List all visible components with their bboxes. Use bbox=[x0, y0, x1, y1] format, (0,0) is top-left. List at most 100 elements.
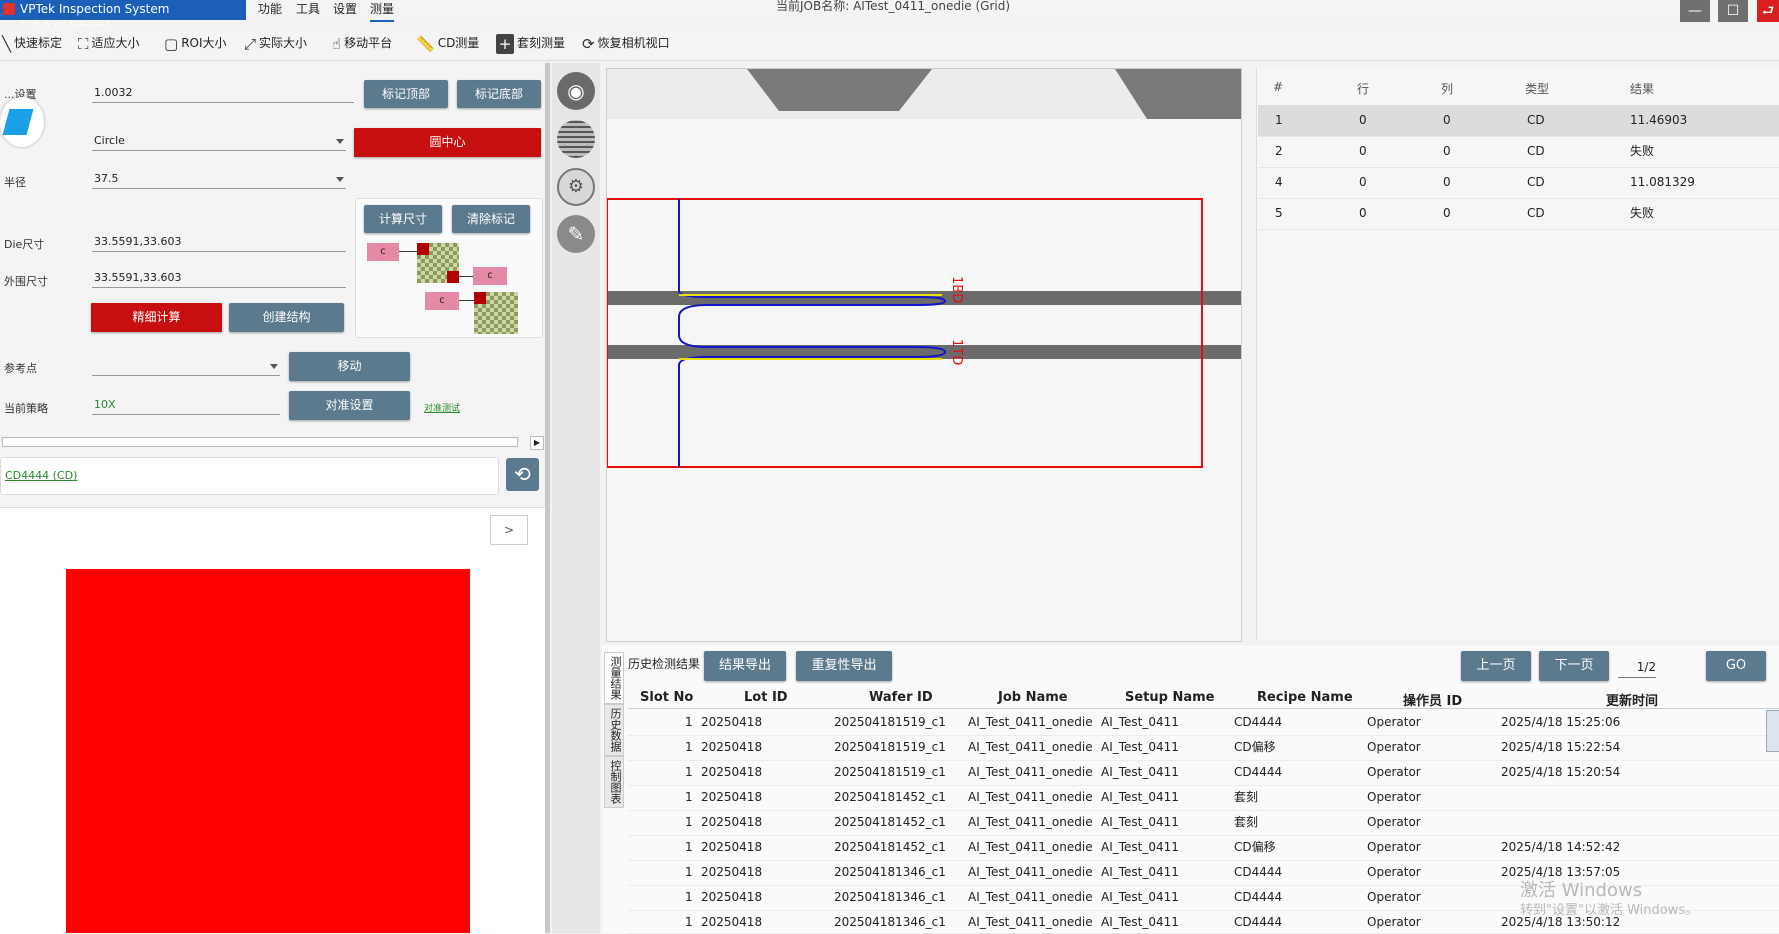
table-row[interactable]: 1 20250418 202504181519_c1 AI_Test_0411_… bbox=[628, 760, 1779, 786]
results-col-result: 结果 bbox=[1630, 82, 1655, 96]
col-job-name: Job Name bbox=[998, 690, 1068, 705]
sync-icon[interactable]: ⟲ bbox=[506, 458, 539, 491]
grid-icon[interactable] bbox=[557, 120, 595, 158]
activation-watermark-text: 转到"设置"以激活 Windows。 bbox=[1520, 903, 1699, 918]
repeatability-export-button[interactable]: 重复性导出 bbox=[796, 651, 892, 681]
results-col-index: # bbox=[1273, 80, 1284, 94]
struct-connector bbox=[399, 251, 417, 252]
app-title: VPTek Inspection System 1.0.0.0[Admin] bbox=[0, 0, 246, 34]
die-size-label: Die尺寸 bbox=[4, 238, 45, 251]
table-row[interactable]: 1 20250418 202504181519_c1 AI_Test_0411_… bbox=[628, 710, 1779, 736]
prev-page-button[interactable]: 上一页 bbox=[1461, 651, 1531, 681]
tool-avatar bbox=[0, 97, 44, 147]
create-structure-button[interactable]: 创建结构 bbox=[229, 303, 344, 332]
table-row[interactable]: 5 0 0 CD 失败 bbox=[1258, 198, 1779, 230]
history-title: 历史检测结果 bbox=[628, 657, 701, 671]
table-row[interactable]: 4 0 0 CD 11.081329 bbox=[1258, 167, 1779, 199]
fit-size-button[interactable]: ⛶ 适应大小 bbox=[78, 33, 140, 53]
col-lot-id: Lot ID bbox=[744, 690, 788, 705]
clear-mark-button[interactable]: 清除标记 bbox=[452, 205, 530, 233]
results-col-type: 类型 bbox=[1525, 82, 1550, 96]
maximize-button[interactable]: ☐ bbox=[1718, 0, 1748, 22]
roi-icon: ▢ bbox=[164, 34, 179, 53]
struct-connector bbox=[459, 276, 473, 277]
wand-icon: ╲ bbox=[2, 34, 12, 53]
ruler-icon[interactable]: ✎ bbox=[557, 215, 595, 253]
next-page-button[interactable]: 下一页 bbox=[1539, 651, 1609, 681]
page-field[interactable]: 1/2 bbox=[1618, 657, 1656, 678]
table-row[interactable]: 1 20250418 202504181452_c1 AI_Test_0411_… bbox=[628, 810, 1779, 836]
circle-center-button[interactable]: 圆中心 bbox=[354, 128, 541, 157]
tab-control-charts[interactable]: 控制图表 bbox=[604, 756, 624, 808]
align-settings-button[interactable]: 对准设置 bbox=[289, 391, 410, 420]
table-row[interactable]: 1 20250418 202504181452_c1 AI_Test_0411_… bbox=[628, 785, 1779, 811]
overlay-measure-button[interactable]: + 套刻测量 bbox=[496, 33, 565, 54]
fine-calc-button[interactable]: 精细计算 bbox=[91, 303, 222, 332]
pixel-setting-field[interactable]: 1.0032 bbox=[92, 83, 354, 103]
app-logo-icon bbox=[3, 3, 15, 15]
col-wafer-id: Wafer ID bbox=[869, 690, 933, 705]
fit-icon: ⛶ bbox=[78, 34, 89, 53]
pane-divider[interactable] bbox=[545, 63, 550, 933]
move-stage-button[interactable]: ☝ 移动平台 bbox=[332, 33, 392, 53]
table-row[interactable]: 2 0 0 CD 失败 bbox=[1258, 136, 1779, 168]
red-preview-block bbox=[66, 569, 470, 933]
menu-function[interactable]: 功能 bbox=[258, 0, 282, 20]
camera-icon[interactable]: ◉ bbox=[557, 72, 595, 110]
mark-top-button[interactable]: 标记顶部 bbox=[364, 80, 448, 108]
menu-measure[interactable]: 测量 bbox=[370, 0, 395, 22]
move-button[interactable]: 移动 bbox=[289, 352, 410, 381]
vertical-scrollbar[interactable] bbox=[1766, 710, 1779, 752]
strategy-field[interactable]: 10X bbox=[92, 395, 280, 415]
quick-calibrate-button[interactable]: ╲ 快速标定 bbox=[2, 33, 62, 53]
tab-history-data[interactable]: 历史数据 bbox=[604, 704, 624, 756]
image-label-top: 1BD bbox=[949, 276, 964, 304]
results-col-row: 行 bbox=[1357, 82, 1370, 96]
ref-point-dropdown[interactable] bbox=[92, 356, 280, 376]
outer-size-label: 外围尺寸 bbox=[4, 275, 48, 288]
radius-dropdown[interactable]: 37.5 bbox=[92, 169, 346, 189]
actual-size-button[interactable]: ⤢ 实际大小 bbox=[244, 33, 307, 53]
horizontal-scrollbar[interactable] bbox=[2, 437, 518, 447]
shape-dropdown[interactable]: Circle bbox=[92, 131, 346, 151]
logo-icon bbox=[2, 109, 34, 135]
next-nav-button[interactable]: > bbox=[490, 515, 528, 545]
expand-icon: ⤢ bbox=[244, 34, 257, 53]
scroll-right-icon[interactable]: ▶ bbox=[530, 436, 544, 450]
align-test-link[interactable]: 对准测试 bbox=[424, 401, 460, 414]
struct-anchor-1 bbox=[417, 243, 429, 255]
col-operator-id: 操作员 ID bbox=[1403, 694, 1463, 709]
image-label-bottom: 1TD bbox=[949, 339, 964, 366]
mark-bottom-button[interactable]: 标记底部 bbox=[457, 80, 541, 108]
recipe-box: CD4444 (CD) bbox=[0, 457, 499, 495]
tab-measure-results[interactable]: 测量结果 bbox=[604, 652, 624, 704]
outer-size-field[interactable]: 33.5591,33.603 bbox=[92, 268, 346, 288]
table-row[interactable]: 1 20250418 202504181452_c1 AI_Test_0411_… bbox=[628, 835, 1779, 861]
die-size-field[interactable]: 33.5591,33.603 bbox=[92, 232, 346, 252]
menu-settings[interactable]: 设置 bbox=[333, 0, 357, 20]
table-row[interactable]: 1 0 0 CD 11.46903 bbox=[1258, 105, 1779, 137]
menu-tools[interactable]: 工具 bbox=[296, 0, 320, 20]
struct-node-c3[interactable]: c bbox=[425, 292, 459, 310]
minimize-button[interactable]: — bbox=[1680, 0, 1710, 22]
hand-icon: ☝ bbox=[332, 34, 342, 53]
calc-size-button[interactable]: 计算尺寸 bbox=[364, 205, 442, 233]
settings-icon[interactable]: ⚙ bbox=[557, 168, 595, 206]
col-update-time: 更新时间 bbox=[1606, 694, 1659, 709]
recipe-link[interactable]: CD4444 (CD) bbox=[5, 469, 77, 482]
plus-icon: + bbox=[496, 33, 514, 54]
export-results-button[interactable]: 结果导出 bbox=[704, 651, 786, 681]
struct-node-c1[interactable]: c bbox=[367, 243, 399, 261]
table-row[interactable]: 1 20250418 202504181519_c1 AI_Test_0411_… bbox=[628, 735, 1779, 761]
ruler-icon: 📏 bbox=[416, 34, 435, 53]
camera-image bbox=[607, 69, 1241, 641]
camera-image-pane[interactable]: 1BD 1TD bbox=[606, 68, 1242, 642]
go-button[interactable]: GO bbox=[1706, 651, 1766, 681]
restore-camera-view-button[interactable]: ⟳ 恢复相机视口 bbox=[582, 33, 670, 53]
struct-node-c2[interactable]: c bbox=[473, 267, 507, 285]
exit-button[interactable]: ⮐ bbox=[1757, 0, 1779, 22]
cd-measure-button[interactable]: 📏 CD测量 bbox=[416, 33, 479, 53]
struct-connector bbox=[459, 300, 474, 301]
col-recipe-name: Recipe Name bbox=[1257, 690, 1353, 705]
roi-size-button[interactable]: ▢ ROI大小 bbox=[164, 33, 227, 53]
